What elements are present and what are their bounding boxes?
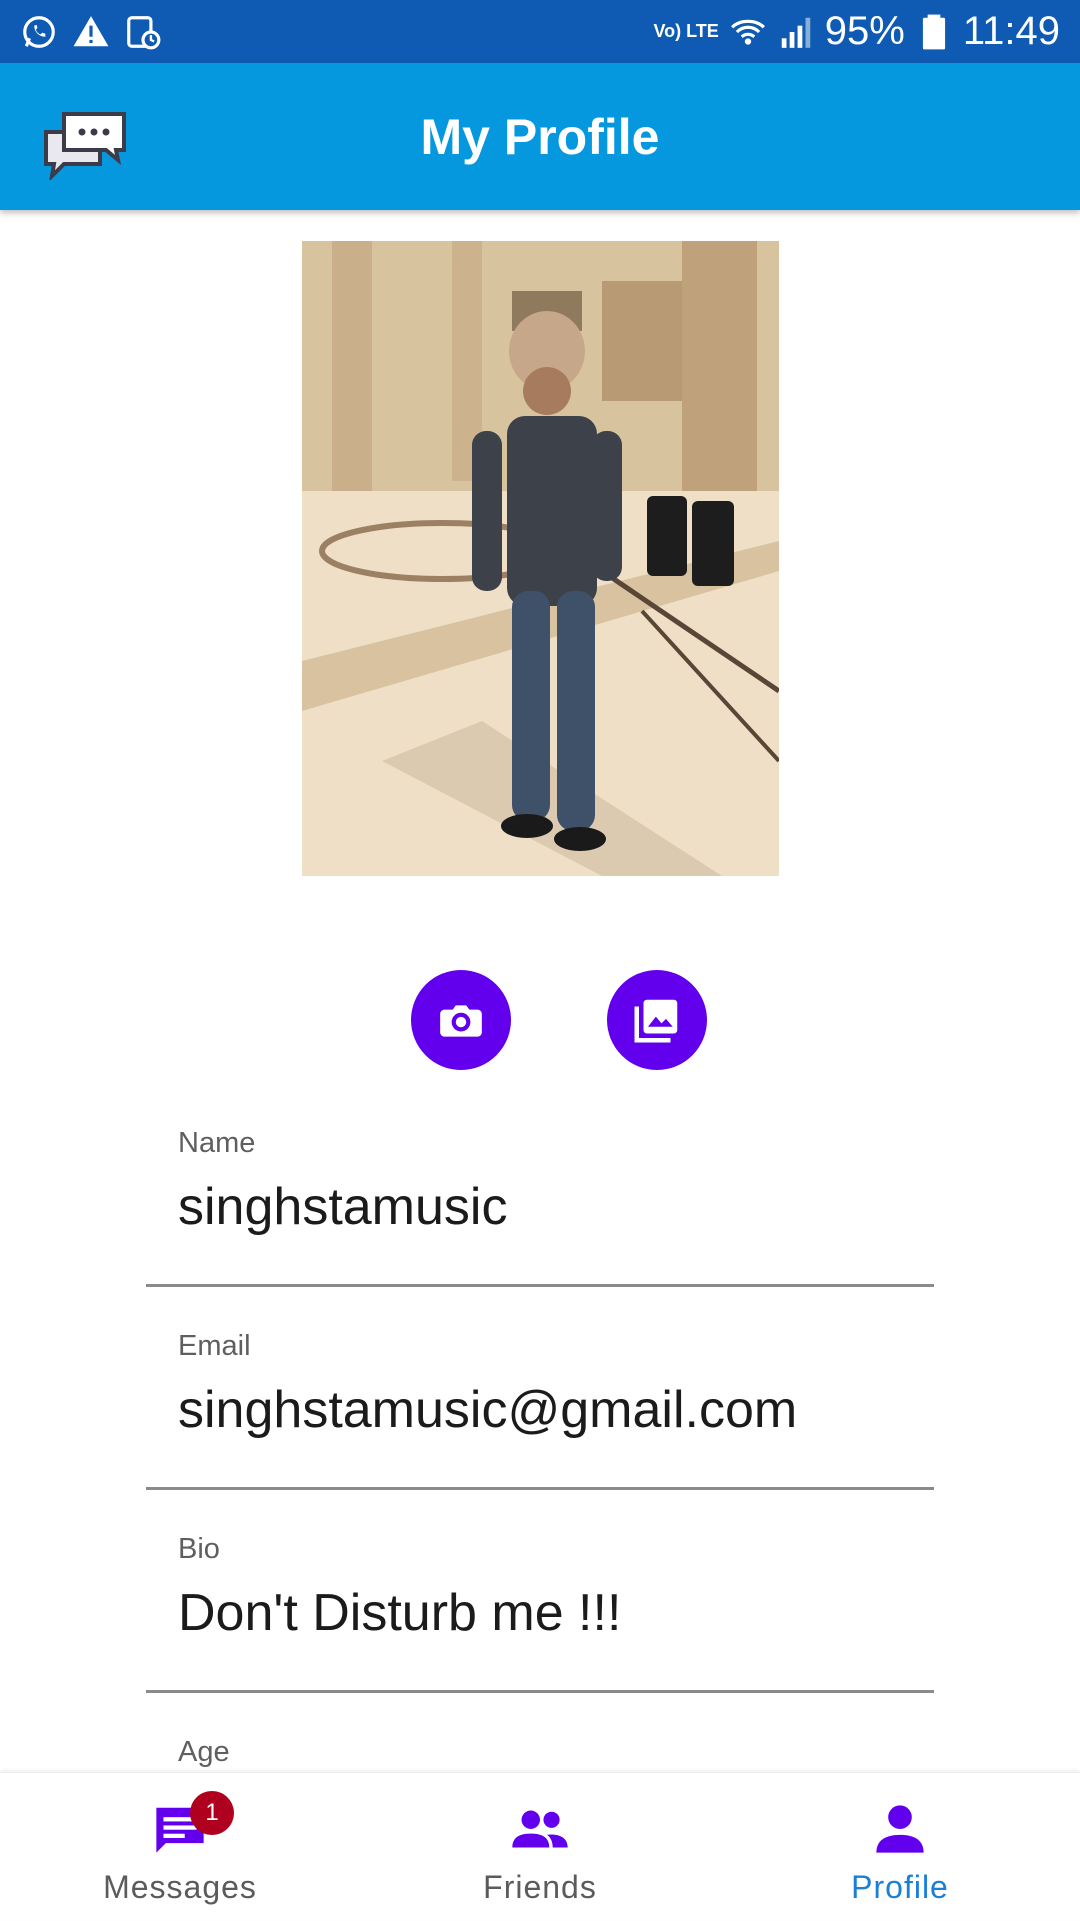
app-bar: My Profile (0, 63, 1080, 210)
screenshot-icon (127, 15, 161, 49)
person-icon (876, 1805, 924, 1853)
camera-icon (440, 1005, 482, 1037)
battery-icon (922, 14, 945, 49)
bottom-navigation: 1 Messages Friends Profile (0, 1772, 1080, 1920)
battery-percent: 95% (824, 9, 905, 53)
name-label: Name (178, 1127, 256, 1159)
name-value[interactable]: singhstamusic (178, 1177, 507, 1237)
friends-icon-wrapper (510, 1803, 570, 1855)
nav-item-messages[interactable]: 1 Messages (30, 1773, 330, 1921)
status-bar: Vo) LTE 95% 11:49 (0, 0, 1080, 63)
profile-photo-illustration (302, 241, 779, 876)
gallery-button[interactable] (607, 970, 707, 1070)
nav-label-messages: Messages (103, 1869, 257, 1905)
age-label: Age (178, 1736, 230, 1768)
signal-icon (781, 17, 811, 48)
clock: 11:49 (962, 9, 1060, 53)
message-icon-wrapper: 1 (150, 1791, 234, 1855)
email-label: Email (178, 1330, 251, 1362)
bio-label: Bio (178, 1533, 220, 1565)
network-label: Vo) LTE (653, 21, 719, 41)
page-title: My Profile (420, 108, 660, 165)
whatsapp-icon (23, 15, 55, 48)
nav-item-friends[interactable]: Friends (390, 1773, 690, 1921)
camera-button[interactable] (411, 970, 511, 1070)
status-left-icons (20, 13, 162, 51)
person-icon-wrapper (870, 1803, 930, 1855)
friends-icon (512, 1810, 568, 1848)
name-field[interactable]: Name singhstamusic (146, 1127, 934, 1287)
gallery-icon (634, 999, 678, 1043)
wifi-icon (730, 19, 765, 45)
nav-label-profile: Profile (851, 1869, 949, 1905)
bio-field[interactable]: Bio Don't Disturb me !!! (146, 1533, 934, 1693)
email-field[interactable]: Email singhstamusic@gmail.com (146, 1330, 934, 1490)
bio-value[interactable]: Don't Disturb me !!! (178, 1583, 621, 1643)
status-right-icons: Vo) LTE 95% 11:49 (653, 9, 1060, 54)
nav-item-profile[interactable]: Profile (750, 1773, 1050, 1921)
warning-icon (73, 15, 109, 46)
nav-label-friends: Friends (483, 1869, 597, 1905)
email-value[interactable]: singhstamusic@gmail.com (178, 1380, 797, 1440)
profile-photo (302, 241, 779, 876)
messages-badge: 1 (190, 1791, 234, 1835)
